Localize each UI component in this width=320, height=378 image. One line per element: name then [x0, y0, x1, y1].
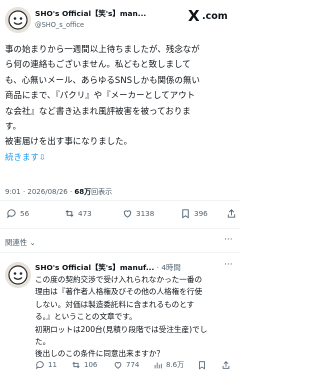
reply-body: この度の契約交渉で受け入れられなかった一番の 理由は『著作者人格権及びその他の人… [35, 274, 238, 361]
reply-icon [7, 209, 16, 219]
heart-icon [114, 362, 122, 369]
repost-button[interactable]: 473 [64, 208, 92, 219]
reply-header: SHO's Official【笑's】manuf... · 4時間 [35, 262, 235, 273]
bookmark-icon [199, 361, 205, 370]
repost-icon [65, 210, 74, 217]
reply-action-bar: 11 106 774 8.6万 [35, 358, 240, 374]
views-label: 回表示 [91, 188, 113, 196]
post-line: 商品にまで、『パクリ』や『メーカーとしてアウト [5, 90, 196, 101]
reply-like-count: 774 [126, 361, 140, 369]
continued-link[interactable]: 続きます⇩ [5, 150, 237, 165]
reply-line: この度の契約交渉で受け入れられなかった一番の [35, 275, 203, 284]
account-name[interactable]: SHO's Official【笑's】man... [35, 8, 185, 19]
sort-dropdown[interactable]: 関連性 ⌄ [5, 237, 36, 248]
divider [0, 200, 240, 201]
reply-more-options-icon[interactable]: ··· [224, 260, 233, 270]
avatar-image [5, 7, 31, 33]
bookmark-icon [182, 209, 189, 219]
post-header: SHO's Official【笑's】man... @SHO_s_office … [0, 0, 240, 40]
account-avatar[interactable] [5, 7, 31, 33]
reply-line: 理由は『著作者人格権及びその他の人格権を行使 [35, 287, 203, 297]
reply-time[interactable]: · 4時間 [154, 263, 181, 272]
reply-bookmark-button[interactable] [197, 360, 207, 370]
reply-line: しない。対価は製造委託料に含まれるものとす [35, 299, 195, 309]
reply-account-name[interactable]: SHO's Official【笑's】manuf... [35, 263, 154, 272]
x-logo-icon: X [188, 7, 200, 25]
reply-line: る。』ということの文章です。 [35, 312, 137, 322]
reply-views-count: 8.6万 [166, 361, 185, 369]
x-com-logo: X .com [188, 8, 236, 24]
repost-icon [72, 361, 80, 369]
post-timestamp[interactable]: 9:01 · 2026/08/26 · [5, 188, 74, 196]
repost-count: 473 [78, 209, 92, 218]
more-options-icon[interactable]: ··· [224, 235, 233, 245]
post-body: 事の始まりから一週間以上待ちましたが、残念なが ら何の連絡もございません。私ども… [5, 42, 237, 165]
reply-line: た。 [35, 337, 51, 347]
bookmark-button[interactable]: 396 [180, 208, 208, 219]
reply-icon [35, 361, 44, 370]
divider [0, 228, 240, 229]
share-icon [222, 361, 230, 369]
reply-line: 初期ロットは200台(見積り段階では受注生産)でし [35, 324, 208, 334]
divider [0, 252, 240, 253]
post-line: 被害届けを出す事になりました。 [5, 136, 133, 147]
post-line: ら何の連絡もございません。私どもと致しまして [5, 59, 191, 70]
reply-avatar[interactable] [5, 262, 31, 288]
reply-share-button[interactable] [221, 360, 231, 370]
views-icon [154, 362, 162, 369]
post-meta: 9:01 · 2026/08/26 · 68万回表示 [5, 187, 112, 197]
reply-count: 56 [20, 209, 30, 218]
post-action-bar: 56 473 3138 396 [0, 205, 240, 225]
account-handle[interactable]: @SHO_s_office [35, 21, 84, 29]
post-line: す。 [5, 121, 22, 132]
reply-like-button[interactable]: 774 [113, 360, 139, 370]
reply-repost-count: 106 [84, 361, 98, 369]
share-icon [227, 209, 236, 218]
bookmark-count: 396 [194, 209, 208, 218]
like-count: 3138 [136, 209, 155, 218]
post-line: な会社』など書き込まれ風評被害を被っておりま [5, 105, 191, 116]
post-line: も、心無いメール、あらゆるSNSしかも関係の無い [5, 74, 200, 85]
heart-icon [123, 210, 132, 218]
avatar-image [5, 262, 31, 288]
post-line: 事の始まりから一週間以上待ちましたが、残念なが [5, 44, 200, 54]
share-button[interactable] [226, 208, 237, 219]
reply-button[interactable]: 56 [6, 208, 29, 219]
views-count: 68万 [74, 188, 92, 196]
reply-repost-button[interactable]: 106 [71, 360, 97, 370]
reply-reply-count: 11 [48, 361, 57, 369]
reply-reply-button[interactable]: 11 [35, 360, 57, 370]
reply-views-button[interactable]: 8.6万 [153, 360, 184, 370]
like-button[interactable]: 3138 [122, 208, 154, 219]
logo-domain-text: .com [202, 11, 228, 22]
